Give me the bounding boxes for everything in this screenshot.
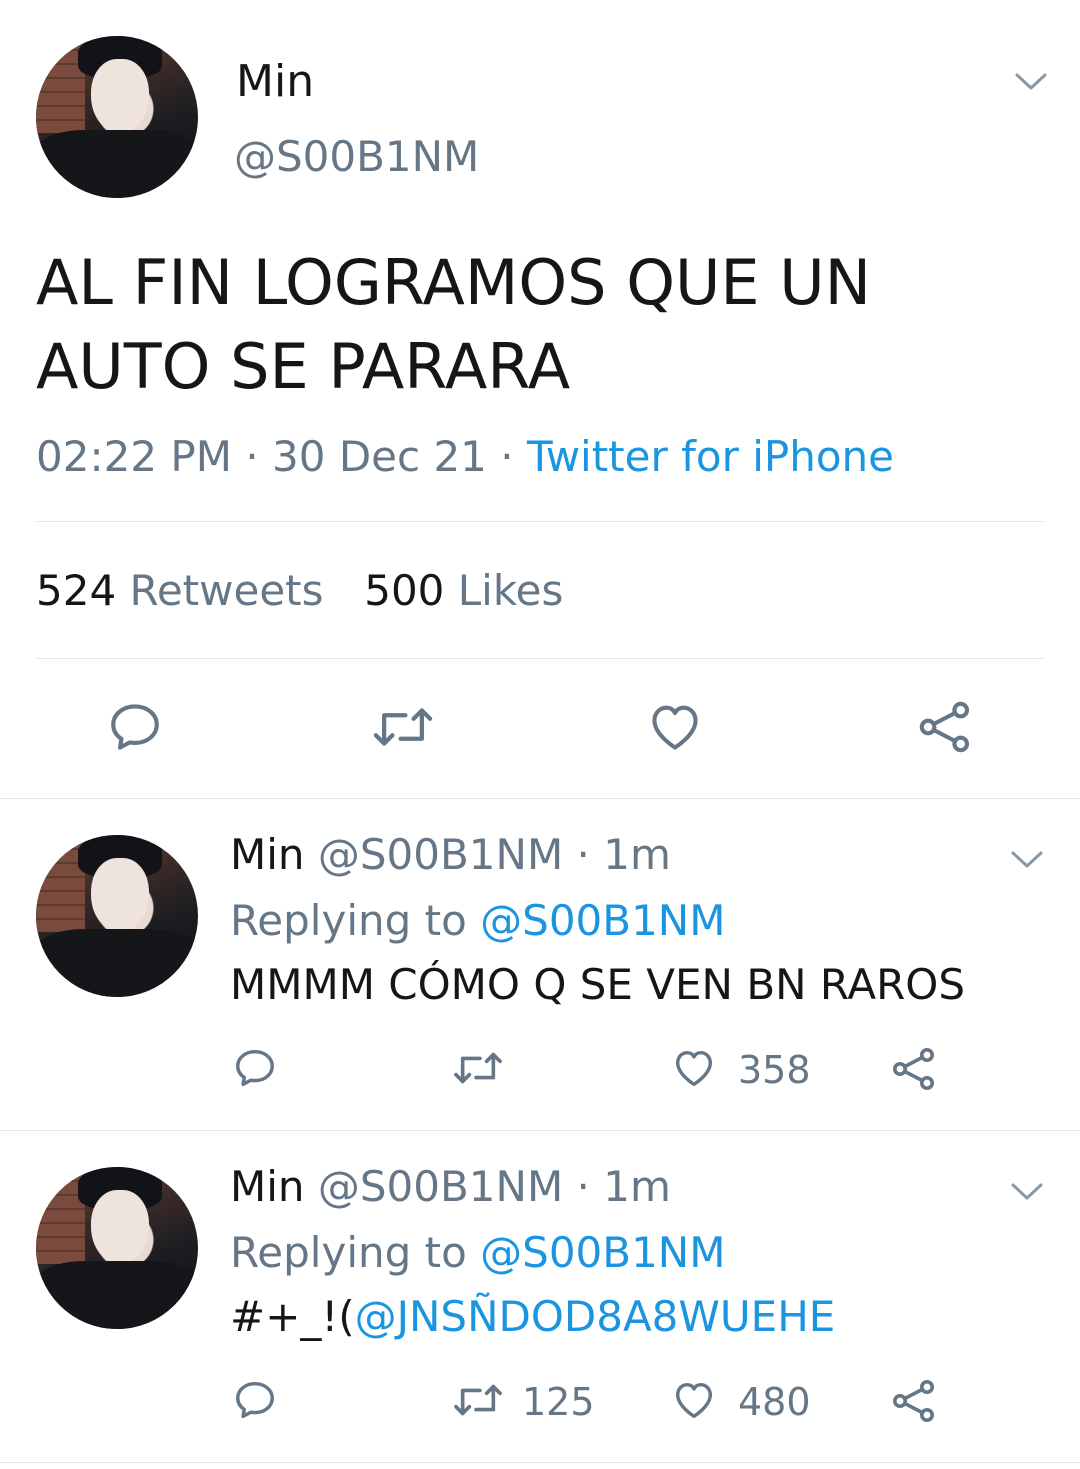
replying-handle-link[interactable]: @S00B1NM	[480, 1228, 725, 1277]
reply-button[interactable]	[106, 698, 164, 756]
main-tweet-menu[interactable]	[1014, 72, 1048, 92]
main-tweet-meta: 02:22 PM · 30 Dec 21 · Twitter for iPhon…	[36, 432, 894, 481]
replying-label: Replying to	[230, 1228, 467, 1277]
reply-menu[interactable]	[1010, 850, 1044, 870]
likes-count: 500	[364, 566, 445, 615]
heart-icon	[675, 1382, 713, 1419]
reply-menu[interactable]	[1010, 1182, 1044, 1202]
retweet-icon	[373, 708, 433, 746]
main-tweet-text-line2: AUTO SE PARARA	[36, 330, 571, 403]
tweet-source-link[interactable]: Twitter for iPhone	[527, 432, 894, 481]
tweet-stats: 524 Retweets 500 Likes	[36, 566, 563, 615]
divider	[0, 798, 1080, 799]
share-button[interactable]	[890, 1045, 938, 1093]
meta-separator: ·	[576, 830, 590, 879]
reply-header: Min @S00B1NM · 1m	[230, 830, 671, 879]
share-button[interactable]	[916, 698, 974, 756]
retweet-button[interactable]	[370, 698, 436, 756]
meta-separator: ·	[245, 432, 259, 481]
reply-button[interactable]	[232, 1045, 278, 1091]
reply-author-name[interactable]: Min	[230, 830, 305, 879]
tweet-time[interactable]: 02:22 PM	[36, 432, 232, 481]
divider	[0, 1130, 1080, 1131]
main-author-name[interactable]: Min	[236, 56, 314, 107]
retweets-stat[interactable]: 524 Retweets	[36, 566, 337, 615]
share-icon	[919, 701, 970, 753]
share-button[interactable]	[890, 1377, 938, 1425]
replying-label: Replying to	[230, 896, 467, 945]
reply-mention-link[interactable]: @JNSÑDOD8A8WUEHE	[355, 1292, 836, 1341]
share-icon	[893, 1380, 934, 1422]
reply-author-handle[interactable]: @S00B1NM	[318, 830, 563, 879]
reply-button[interactable]	[232, 1377, 278, 1423]
reply-text: #+_!(@JNSÑDOD8A8WUEHE	[230, 1292, 835, 1341]
replying-to: Replying to @S00B1NM	[230, 896, 725, 945]
like-button[interactable]	[670, 1377, 718, 1423]
retweets-count: 524	[36, 566, 117, 615]
main-author-handle[interactable]: @S00B1NM	[234, 132, 479, 181]
meta-separator: ·	[576, 1162, 590, 1211]
meta-separator: ·	[500, 432, 514, 481]
like-button[interactable]	[670, 1045, 718, 1091]
main-avatar[interactable]	[36, 36, 198, 198]
reply-icon	[236, 1381, 274, 1419]
reply-icon	[236, 1049, 274, 1087]
like-count: 480	[738, 1380, 811, 1424]
likes-label: Likes	[457, 566, 564, 615]
reply-author-handle[interactable]: @S00B1NM	[318, 1162, 563, 1211]
reply-text-plain: #+_!(	[230, 1292, 355, 1341]
retweets-label: Retweets	[129, 566, 324, 615]
reply-age[interactable]: 1m	[603, 1162, 671, 1211]
main-tweet-text-line1: AL FIN LOGRAMOS QUE UN	[36, 246, 872, 319]
chevron-down-icon	[1011, 851, 1043, 868]
divider	[36, 521, 1044, 522]
retweet-icon	[454, 1052, 502, 1084]
divider	[0, 1462, 1080, 1463]
replying-handle-link[interactable]: @S00B1NM	[480, 896, 725, 945]
replying-to: Replying to @S00B1NM	[230, 1228, 725, 1277]
reply-header: Min @S00B1NM · 1m	[230, 1162, 671, 1211]
like-count: 358	[738, 1048, 811, 1092]
reply-age[interactable]: 1m	[603, 830, 671, 879]
retweet-button[interactable]	[451, 1377, 505, 1423]
share-icon	[893, 1048, 934, 1090]
like-button[interactable]	[645, 698, 705, 756]
retweet-count: 125	[522, 1380, 595, 1424]
chevron-down-icon	[1015, 73, 1047, 90]
tweet-date[interactable]: 30 Dec 21	[272, 432, 487, 481]
divider	[36, 658, 1044, 659]
reply-avatar[interactable]	[36, 835, 198, 997]
retweet-icon	[454, 1384, 502, 1416]
heart-icon	[675, 1050, 713, 1087]
chevron-down-icon	[1011, 1183, 1043, 1200]
retweet-button[interactable]	[451, 1045, 505, 1091]
reply-avatar[interactable]	[36, 1167, 198, 1329]
heart-icon	[652, 705, 698, 750]
reply-text: MMMM CÓMO Q SE VEN BN RAROS	[230, 960, 966, 1009]
likes-stat[interactable]: 500 Likes	[364, 566, 563, 615]
reply-icon	[111, 704, 159, 750]
reply-author-name[interactable]: Min	[230, 1162, 305, 1211]
